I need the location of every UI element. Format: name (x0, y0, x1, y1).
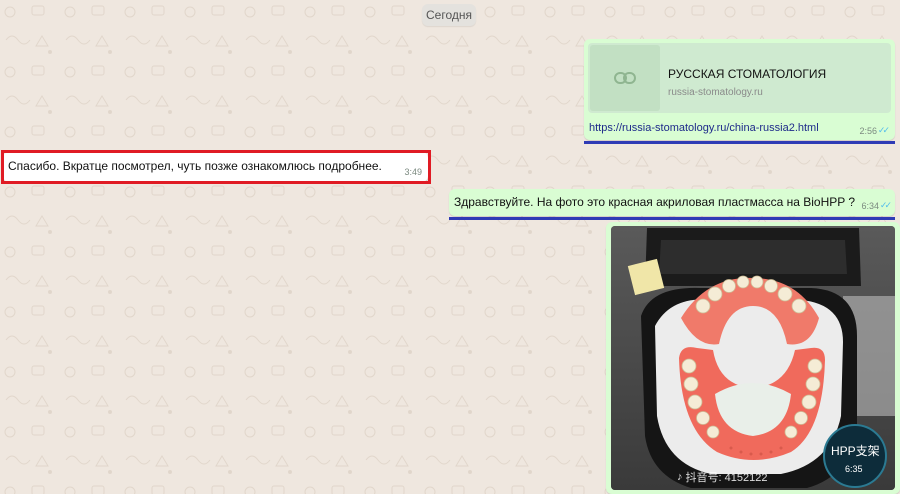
message-time: 6:34 (861, 201, 879, 211)
message-text: Здравствуйте. На фото это красная акрило… (454, 195, 856, 209)
message-outgoing[interactable]: Здравствуйте. На фото это красная акрило… (449, 189, 895, 216)
date-label: Сегодня (426, 8, 472, 22)
message-time: 2:56 (859, 126, 877, 136)
tiktok-icon: ♪ (677, 471, 683, 483)
watermark-text: 抖音号: 4152122 (685, 472, 768, 484)
link-preview-card[interactable]: РУССКАЯ СТОМАТОЛОГИЯ russia-stomatology.… (588, 43, 891, 113)
photo-badge: HPP支架 6:35 (823, 424, 887, 488)
double-check-icon: ✓✓ (877, 125, 890, 135)
badge-text: HPP支架 (831, 444, 880, 458)
date-separator: Сегодня (422, 4, 476, 26)
link-preview-title: РУССКАЯ СТОМАТОЛОГИЯ (668, 67, 827, 81)
highlight-underline (449, 217, 895, 220)
highlight-underline (584, 141, 895, 144)
link-preview-domain: russia-stomatology.ru (668, 87, 763, 98)
double-check-icon: ✓✓ (879, 200, 892, 210)
message-link[interactable]: https://russia-stomatology.ru/china-russ… (589, 122, 819, 134)
link-icon (614, 72, 636, 84)
watermark: ♪ 抖音号: 4152122 (677, 469, 767, 485)
message-link-preview[interactable]: РУССКАЯ СТОМАТОЛОГИЯ russia-stomatology.… (584, 39, 895, 140)
highlight-frame (1, 150, 431, 184)
message-time: 6:35 (845, 464, 863, 474)
photo-attachment[interactable]: ♪ 抖音号: 4152122 HPP支架 6:35 (611, 226, 895, 490)
link-thumbnail (590, 45, 660, 111)
